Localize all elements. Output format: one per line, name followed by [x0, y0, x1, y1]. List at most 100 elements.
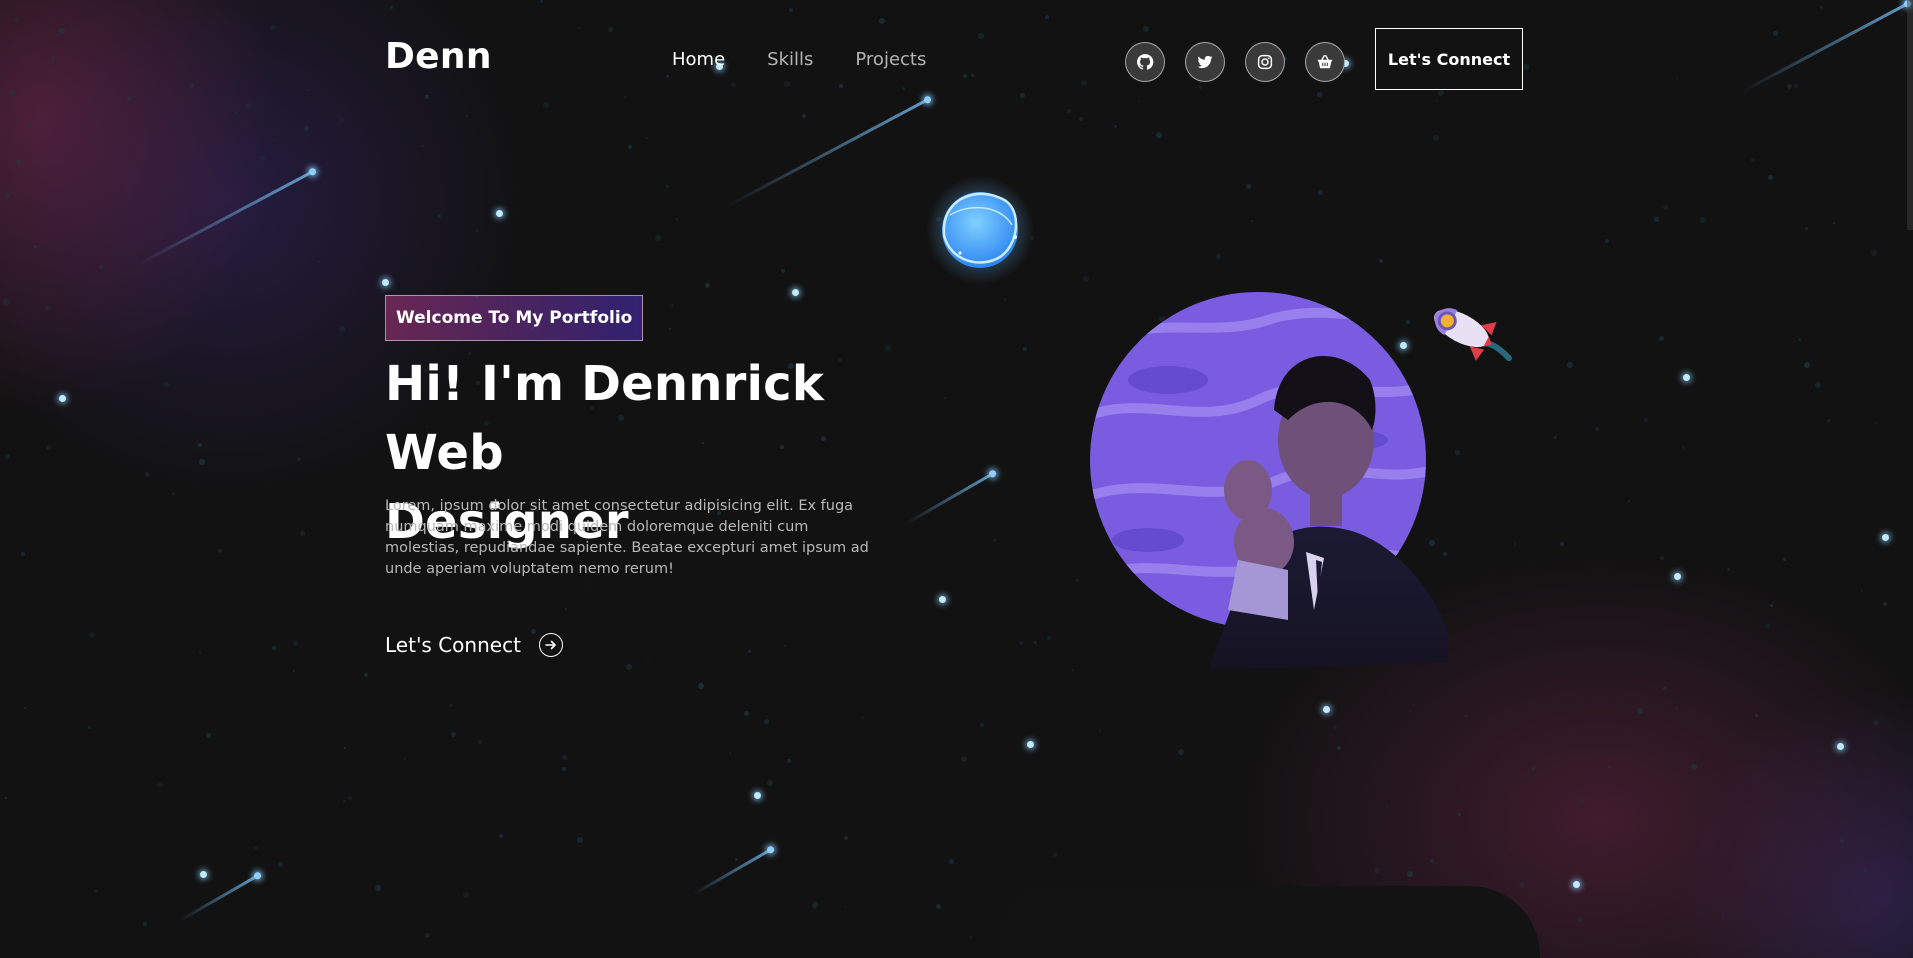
stardust-dot [1766, 624, 1770, 628]
nav-link-home[interactable]: Home [672, 49, 725, 70]
stardust-dot [5, 797, 7, 799]
scrollbar[interactable] [1907, 0, 1913, 230]
star-dot [59, 395, 66, 402]
basket-link[interactable] [1305, 42, 1345, 82]
twitter-link[interactable] [1185, 42, 1225, 82]
stardust-dot [1199, 86, 1202, 89]
stardust-dot [1045, 15, 1049, 19]
stardust-dot [944, 397, 946, 399]
star-dot [496, 210, 503, 217]
nav-link-projects[interactable]: Projects [855, 49, 926, 70]
shooting-star [1739, 2, 1909, 95]
stardust-dot [927, 434, 929, 436]
stardust-dot [624, 96, 626, 98]
space-background [0, 0, 1913, 958]
stardust-dot [1020, 93, 1025, 98]
stardust-dot [476, 229, 479, 232]
stardust-dot [344, 747, 346, 749]
welcome-tagline: Welcome To My Portfolio [385, 295, 644, 341]
stardust-dot [1900, 13, 1903, 16]
stardust-dot [969, 936, 972, 939]
nav-link-skills[interactable]: Skills [767, 49, 813, 70]
stardust-dot [1519, 882, 1525, 888]
stardust-dot [767, 780, 773, 786]
stardust-dot [71, 77, 73, 79]
stardust-dot [206, 733, 211, 738]
planet-portrait-image [1088, 290, 1458, 670]
stardust-dot [5, 454, 10, 459]
stardust-dot [1691, 764, 1697, 770]
stardust-dot [1514, 543, 1516, 545]
lets-connect-button[interactable]: Let's Connect [1375, 28, 1523, 90]
star-dot [1674, 573, 1681, 580]
stardust-dot [676, 218, 678, 220]
hero-connect-link[interactable]: Let's Connect [385, 633, 563, 657]
headline-line-1: Hi! I'm Dennrick Web [385, 356, 824, 481]
stardust-dot [1430, 859, 1434, 863]
stardust-dot [666, 75, 669, 78]
stardust-dot [1523, 64, 1529, 70]
stardust-dot [145, 472, 150, 477]
hero-description: Lorem, ipsum dolor sit amet consectetur … [385, 498, 869, 577]
stardust-dot [390, 6, 393, 9]
stardust-dot [1863, 868, 1867, 872]
stardust-dot [1873, 720, 1879, 726]
stardust-dot [1435, 99, 1438, 102]
stardust-dot [1883, 602, 1887, 606]
stardust-dot [1783, 558, 1786, 561]
stardust-dot [562, 767, 566, 771]
stardust-dot [293, 641, 298, 646]
bottom-shape [1000, 886, 1540, 958]
stardust-dot [936, 904, 941, 909]
github-link[interactable] [1125, 42, 1165, 82]
stardust-dot [1580, 799, 1584, 803]
stardust-dot [781, 269, 785, 273]
stardust-dot [164, 382, 169, 387]
stardust-dot [1386, 806, 1388, 808]
stardust-dot [1246, 184, 1251, 189]
stardust-dot [1595, 427, 1599, 431]
stardust-dot [99, 265, 103, 269]
stardust-dot [577, 837, 583, 843]
stardust-dot [1827, 419, 1830, 422]
stardust-dot [348, 796, 352, 800]
stardust-dot [1628, 500, 1630, 502]
stardust-dot [1875, 422, 1877, 424]
stardust-dot [1114, 125, 1117, 128]
stardust-dot [88, 726, 91, 729]
stardust-dot [339, 326, 345, 332]
stardust-dot [1654, 217, 1659, 222]
stardust-dot [1770, 604, 1773, 607]
stardust-dot [343, 800, 346, 803]
stardust-dot [46, 445, 51, 450]
stardust-dot [589, 583, 591, 585]
main-nav: Home Skills Projects [672, 49, 926, 70]
stardust-dot [971, 74, 974, 77]
stardust-dot [1755, 714, 1758, 717]
stardust-dot [1079, 117, 1083, 121]
stardust-dot [375, 885, 381, 891]
stardust-dot [1413, 704, 1415, 706]
stardust-dot [1567, 362, 1573, 368]
social-links [1125, 42, 1345, 82]
star-dot [1573, 881, 1580, 888]
stardust-dot [245, 103, 251, 109]
stardust-dot [1554, 436, 1557, 439]
stardust-dot [300, 531, 305, 536]
star-dot [1683, 374, 1690, 381]
stardust-dot [425, 95, 429, 99]
stardust-dot [1721, 915, 1725, 919]
stardust-dot [1676, 78, 1678, 80]
stardust-dot [1700, 217, 1706, 223]
stardust-dot [5, 193, 10, 198]
stardust-dot [1660, 556, 1664, 560]
logo[interactable]: Denn [385, 36, 492, 77]
stardust-dot [845, 906, 847, 908]
stardust-dot [478, 740, 482, 744]
stardust-dot [271, 25, 276, 30]
github-icon [1137, 54, 1154, 70]
stardust-dot [318, 261, 320, 263]
stardust-dot [671, 304, 674, 307]
stardust-dot [1076, 579, 1079, 582]
instagram-link[interactable] [1245, 42, 1285, 82]
